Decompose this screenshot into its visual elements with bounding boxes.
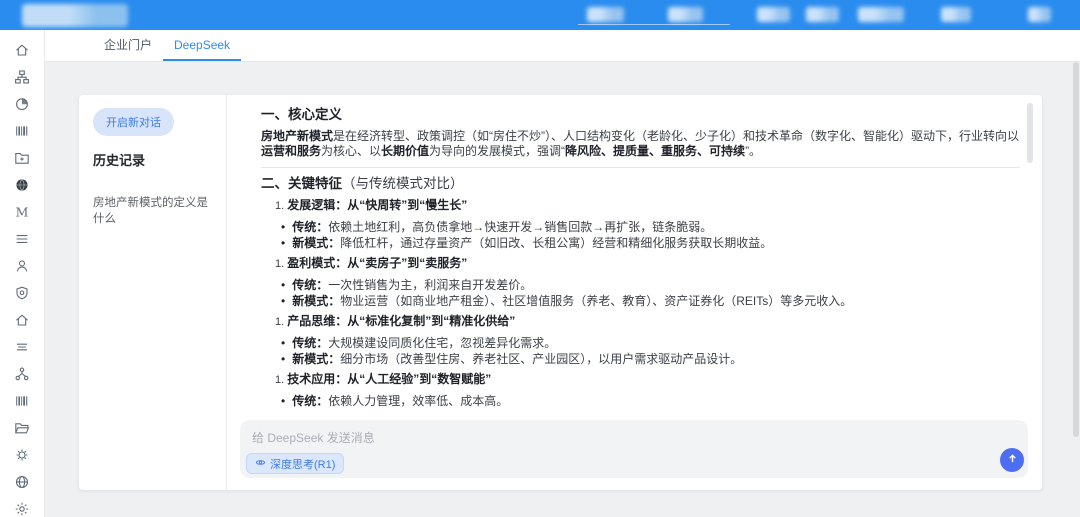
composer[interactable]: 给 DeepSeek 发送消息 深度思考(R1) — [240, 420, 1028, 478]
barcode-icon[interactable] — [14, 123, 30, 139]
history-title: 历史记录 — [93, 150, 212, 169]
arrow-up-icon — [1006, 452, 1019, 468]
globe-dark-icon[interactable] — [14, 177, 30, 193]
letter-m-icon[interactable]: M — [14, 204, 30, 220]
user-icon[interactable] — [14, 258, 30, 274]
sitemap-icon[interactable] — [14, 69, 30, 85]
app-logo-blurred — [22, 4, 128, 27]
content-card: 开启新对话 历史记录 房地产新模式的定义是什么 一、核心定义房地产新模式是在经济… — [79, 95, 1042, 490]
layers-icon[interactable] — [14, 339, 30, 355]
bullet-item: •新模式：物业运营（如商业地产租金）、社区增值服务（养老、教育）、资产证券化（R… — [281, 294, 1020, 309]
tabbar: 企业门户DeepSeek — [45, 30, 1080, 62]
globe-icon[interactable] — [14, 474, 30, 490]
topbar-underline — [578, 24, 730, 25]
bullet-item: •传统：一次性销售为主，利润来自开发差价。 — [281, 278, 1020, 293]
home-alt-icon[interactable] — [14, 312, 30, 328]
badge-icon[interactable] — [14, 447, 30, 463]
blurred-nav-item[interactable] — [806, 7, 839, 22]
composer-input[interactable]: 给 DeepSeek 发送消息 — [252, 429, 375, 446]
list-icon[interactable] — [14, 231, 30, 247]
blurred-nav-item[interactable] — [757, 7, 790, 22]
numbered-item: 1.盈利模式：从“卖房子”到“卖服务” — [261, 256, 1020, 272]
chat-sidebar: 开启新对话 历史记录 房地产新模式的定义是什么 — [79, 95, 227, 490]
topbar — [0, 0, 1080, 30]
bullet-item: •传统：依赖人力管理，效率低、成本高。 — [281, 394, 1020, 409]
tab-enterprise-portal[interactable]: 企业门户 — [93, 30, 163, 61]
section-heading: 一、核心定义 — [261, 107, 1020, 123]
chat-scrollbar-thumb[interactable] — [1027, 103, 1033, 163]
barcode-alt-icon[interactable] — [14, 393, 30, 409]
blurred-nav-item[interactable] — [587, 7, 624, 22]
blurred-nav-item[interactable] — [1028, 7, 1051, 22]
section-divider — [261, 167, 1020, 168]
numbered-item: 1.发展逻辑：从“快周转”到“慢生长” — [261, 198, 1020, 214]
svg-text:M: M — [16, 205, 29, 220]
shield-icon[interactable] — [14, 285, 30, 301]
blurred-nav-item[interactable] — [668, 7, 703, 22]
folder-add-icon[interactable] — [14, 150, 30, 166]
settings-icon[interactable] — [14, 501, 30, 517]
deep-think-label: 深度思考(R1) — [270, 456, 335, 472]
chat-transcript: 一、核心定义房地产新模式是在经济转型、政策调控（如“房住不炒”）、人口结构变化（… — [227, 95, 1042, 420]
bullet-item: •新模式：细分市场（改善型住房、养老社区、产业园区），以用户需求驱动产品设计。 — [281, 352, 1020, 367]
tab-deepseek[interactable]: DeepSeek — [163, 30, 241, 61]
deep-think-button[interactable]: 深度思考(R1) — [246, 453, 344, 474]
new-chat-button[interactable]: 开启新对话 — [93, 108, 174, 136]
bullet-item: •传统：大规模建设同质化住宅，忽视差异化需求。 — [281, 336, 1020, 351]
page-scrollbar-thumb[interactable] — [1073, 62, 1079, 437]
page-scrollbar[interactable] — [1072, 30, 1080, 517]
send-button[interactable] — [1000, 448, 1024, 472]
network-icon[interactable] — [14, 366, 30, 382]
folder-open-icon[interactable] — [14, 420, 30, 436]
pie-chart-icon[interactable] — [14, 96, 30, 112]
home-icon[interactable] — [14, 42, 30, 58]
numbered-item: 1.产品思维：从“标准化复制”到“精准化供给” — [261, 314, 1020, 330]
section-heading: 二、关键特征（与传统模式对比） — [261, 176, 1020, 192]
chat-area: 一、核心定义房地产新模式是在经济转型、政策调控（如“房住不炒”）、人口结构变化（… — [227, 95, 1042, 490]
paragraph: 房地产新模式是在经济转型、政策调控（如“房住不炒”）、人口结构变化（老龄化、少子… — [261, 129, 1020, 159]
left-rail: M — [0, 30, 45, 517]
history-item[interactable]: 房地产新模式的定义是什么 — [93, 195, 212, 227]
bullet-item: •传统：依赖土地红利，高负债拿地→快速开发→销售回款→再扩张，链条脆弱。 — [281, 220, 1020, 235]
deep-think-icon — [255, 457, 266, 471]
bullet-item: •新模式：降低杠杆，通过存量资产（如旧改、长租公寓）经营和精细化服务获取长期收益… — [281, 236, 1020, 251]
numbered-item: 1.技术应用：从“人工经验”到“数智赋能” — [261, 372, 1020, 388]
blurred-nav-item[interactable] — [941, 7, 971, 22]
blurred-nav-item[interactable] — [858, 7, 904, 22]
